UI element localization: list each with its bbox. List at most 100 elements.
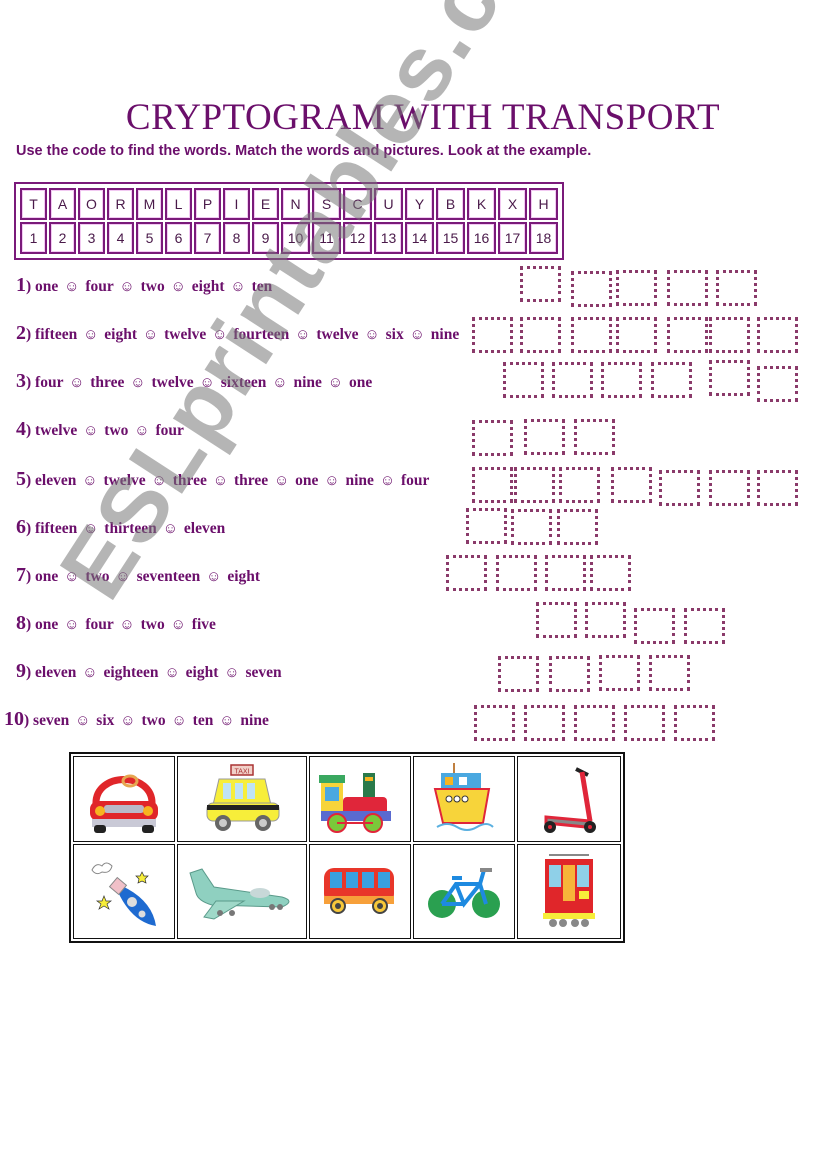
answer-box-row-10[interactable] <box>524 705 565 741</box>
answer-box-row-10[interactable] <box>624 705 665 741</box>
code-number-cell: 9 <box>252 222 279 254</box>
answer-box-row-9[interactable] <box>498 656 539 692</box>
answer-box-row-3[interactable] <box>552 362 593 398</box>
answer-box-row-7[interactable] <box>446 555 487 591</box>
clue-word: two <box>85 568 110 585</box>
code-letter-cell: I <box>223 188 250 220</box>
smiley-icon: ☺ <box>230 279 246 295</box>
code-numbers-row: 1 2 3 4 5 6 7 8 9 10 11 12 13 14 15 16 17 18 <box>20 222 558 254</box>
clue-word: fifteen <box>35 520 78 537</box>
smiley-icon: ☺ <box>272 375 288 391</box>
answer-box-row-1[interactable] <box>571 271 612 307</box>
smiley-icon: ☺ <box>212 473 229 489</box>
smiley-icon: ☺ <box>409 327 425 343</box>
code-number-cell: 17 <box>498 222 527 254</box>
answer-box-row-7[interactable] <box>545 555 586 591</box>
answer-box-row-4[interactable] <box>574 419 615 455</box>
answer-box-row-1[interactable] <box>520 266 561 302</box>
answer-box-row-3[interactable] <box>709 360 750 396</box>
code-letter-cell: T <box>20 188 47 220</box>
clue-word: nine <box>240 712 269 729</box>
clue-word: six <box>385 326 404 343</box>
scooter-picture <box>517 756 621 842</box>
answer-box-row-5[interactable] <box>472 467 513 503</box>
smiley-icon: ☺ <box>119 279 135 295</box>
clue-number: 5 <box>16 468 26 490</box>
code-letter-cell: Y <box>405 188 434 220</box>
answer-box-row-4[interactable] <box>524 419 565 455</box>
answer-box-row-3[interactable] <box>757 366 798 402</box>
code-number-cell: 8 <box>223 222 250 254</box>
answer-box-row-5[interactable] <box>514 467 555 503</box>
code-letter-cell: A <box>49 188 76 220</box>
clue-word: one <box>348 374 373 391</box>
smiley-icon: ☺ <box>170 617 186 633</box>
answer-box-row-5[interactable] <box>611 467 652 503</box>
answer-box-row-5[interactable] <box>709 470 750 506</box>
smiley-icon: ☺ <box>295 327 311 343</box>
svg-text:TAXI: TAXI <box>234 769 249 776</box>
answer-box-row-10[interactable] <box>574 705 615 741</box>
code-number-cell: 18 <box>529 222 558 254</box>
clue-word: twelve <box>164 326 207 343</box>
code-letter-cell: L <box>165 188 192 220</box>
code-letters-row: TAORMLPIENSCUYBKXH <box>20 188 558 220</box>
clue-word: twelve <box>316 326 359 343</box>
smiley-icon: ☺ <box>64 279 80 295</box>
answer-box-row-6[interactable] <box>511 509 552 545</box>
code-letter-cell: R <box>107 188 134 220</box>
answer-box-row-9[interactable] <box>649 655 690 691</box>
smiley-icon: ☺ <box>364 327 380 343</box>
smiley-icon: ☺ <box>119 617 135 633</box>
answer-box-row-3[interactable] <box>651 362 692 398</box>
scooter-icon <box>544 767 596 833</box>
answer-box-row-2[interactable] <box>472 317 513 353</box>
clue-number: 2 <box>16 322 26 344</box>
answer-box-row-3[interactable] <box>503 362 544 398</box>
code-letter-cell: K <box>467 188 496 220</box>
answer-box-row-10[interactable] <box>674 705 715 741</box>
answer-box-row-1[interactable] <box>716 270 757 306</box>
code-letter-cell: P <box>194 188 221 220</box>
answer-box-row-2[interactable] <box>571 317 612 353</box>
answer-box-row-6[interactable] <box>557 509 598 545</box>
answer-box-row-8[interactable] <box>585 602 626 638</box>
answer-box-row-8[interactable] <box>536 602 577 638</box>
answer-box-row-2[interactable] <box>757 317 798 353</box>
answer-box-row-2[interactable] <box>667 317 708 353</box>
clue-word: twelve <box>151 374 194 391</box>
clue-3: 3) four ☺ three ☺ twelve ☺ sixteen ☺ nin… <box>16 370 373 392</box>
code-letter-cell: X <box>498 188 527 220</box>
answer-box-row-5[interactable] <box>659 470 700 506</box>
code-letter-cell: B <box>436 188 465 220</box>
answer-box-row-5[interactable] <box>559 467 600 503</box>
clue-number: 6 <box>16 516 26 538</box>
clue-word: seven <box>245 664 282 681</box>
taxi-icon: TAXI <box>206 764 280 831</box>
code-number-cell: 3 <box>78 222 105 254</box>
answer-box-row-2[interactable] <box>709 317 750 353</box>
answer-box-row-7[interactable] <box>590 555 631 591</box>
answer-box-row-8[interactable] <box>634 608 675 644</box>
answer-box-row-1[interactable] <box>616 270 657 306</box>
answer-box-row-2[interactable] <box>616 317 657 353</box>
answer-box-row-4[interactable] <box>472 420 513 456</box>
answer-box-row-9[interactable] <box>549 656 590 692</box>
answer-box-row-10[interactable] <box>474 705 515 741</box>
answer-box-row-9[interactable] <box>599 655 640 691</box>
answer-box-row-7[interactable] <box>496 555 537 591</box>
smiley-icon: ☺ <box>224 665 240 681</box>
answer-box-row-5[interactable] <box>757 470 798 506</box>
answer-box-row-6[interactable] <box>466 508 507 544</box>
bus-icon <box>324 867 394 914</box>
clue-1: 1) one ☺ four ☺ two ☺ eight ☺ ten <box>16 274 273 296</box>
clue-word: fourteen <box>233 326 290 343</box>
clue-word: one <box>35 616 59 633</box>
answer-box-row-1[interactable] <box>667 270 708 306</box>
answer-box-row-3[interactable] <box>601 362 642 398</box>
answer-box-row-8[interactable] <box>684 608 725 644</box>
clue-word: twelve <box>103 472 146 489</box>
code-letter-cell: O <box>78 188 105 220</box>
answer-box-row-2[interactable] <box>520 317 561 353</box>
code-number-cell: 7 <box>194 222 221 254</box>
